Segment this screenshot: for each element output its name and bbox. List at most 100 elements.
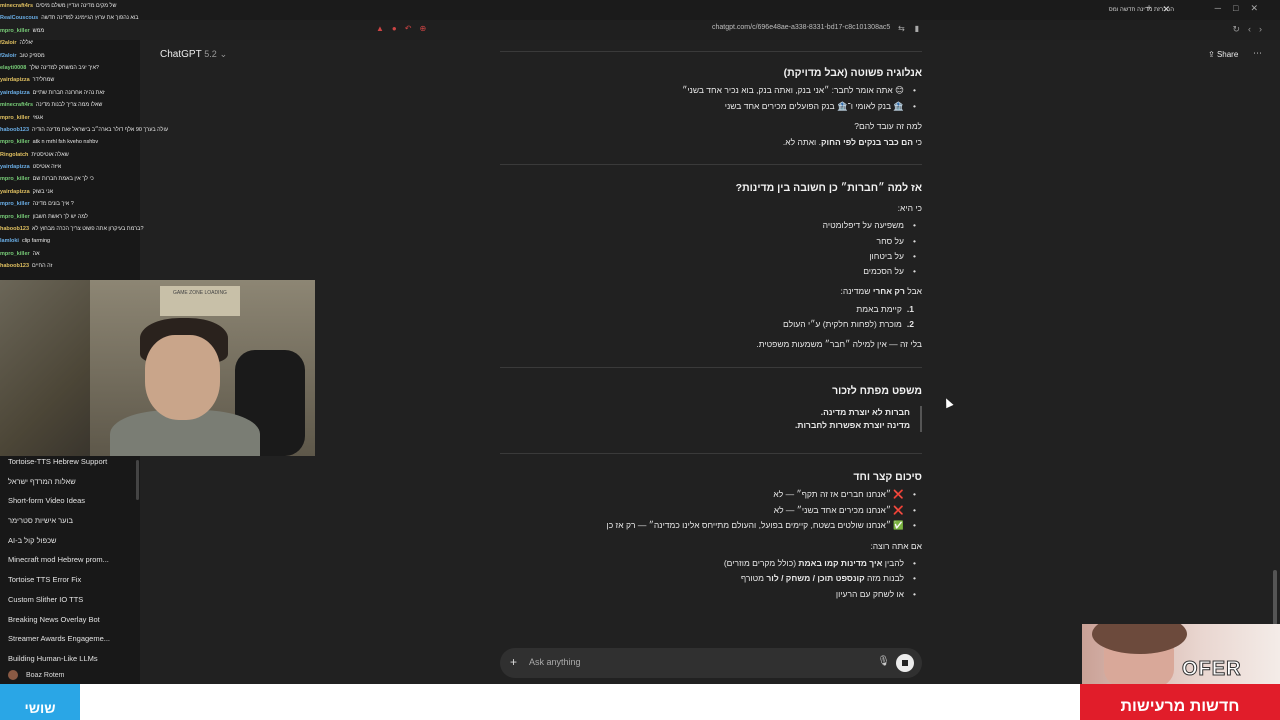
chat-history-item[interactable]: Tortoise-TTS Hebrew Support [0, 455, 140, 475]
url-text[interactable]: chatgpt.com/c/696e48ae-a338-8331-bd17-c8… [712, 24, 890, 31]
text-span: . ואתה לא. [782, 137, 821, 147]
list-item: להבין איך מדינות קמו באמת (כולל מקרים מו… [724, 558, 916, 568]
main-scrollbar[interactable] [1273, 570, 1277, 625]
stream-chat-text: זאת נהיה אחרונה חברות שתיים [32, 89, 105, 96]
paragraph: אם אתה רוצה: [870, 541, 922, 551]
chat-history-item[interactable]: שאלות המרדף ישראל [0, 475, 140, 495]
share-button[interactable]: ⇪ Share [1208, 50, 1238, 59]
stream-chat-username: RealCouscous [0, 15, 39, 22]
extension-icons[interactable]: ▲●↶⊕ [376, 24, 434, 33]
stream-chat-text: איך יגיב המשחק למדינה שלך? [29, 64, 99, 71]
divider [500, 367, 922, 368]
stream-chat-text: אה [32, 250, 40, 257]
stream-chat-message: haboob123 ברמת בעיקרון אתה פשוט צריך הכרה… [0, 223, 230, 235]
stop-generating-button[interactable] [896, 654, 914, 672]
model-selector[interactable]: ChatGPT 5.2 ⌄ [160, 49, 227, 60]
stream-chat-username: mpro_killer [0, 213, 30, 220]
stream-chat-message: haboob123 זה החיים [0, 260, 230, 272]
stream-chat-message: yairdapizza זאת נהיה אחרונה חברות שתיים [0, 87, 230, 99]
stream-chat-text: ברמת בעיקרון אתה פשוט צריך הכרה מבחוץ לא… [32, 226, 144, 233]
item-text: קיימת באמת [856, 304, 902, 314]
brand-overlay: OFER [1082, 624, 1280, 684]
stream-chat-text: מספיק טוב [19, 52, 45, 59]
list-item: ❌ ״אנחנו מכירים אחד בשני״ — לא [773, 505, 917, 516]
message-composer[interactable]: + Ask anything 🎙 [500, 648, 922, 678]
browser-tab[interactable]: ההכרזת מדינה חדשה ומס [1010, 2, 1180, 18]
quote-line: חברות לא יוצרת מדינה. [820, 407, 910, 417]
attach-plus-icon[interactable]: + [510, 655, 517, 669]
stream-chat-text: זה החיים [32, 263, 53, 270]
quote-line: מדינה יוצרת אפשרות לחברות. [795, 420, 910, 430]
paragraph: כי היא: [897, 203, 922, 213]
chat-history-item[interactable]: Breaking News Overlay Bot [0, 613, 140, 633]
text-span: או לשחק עם הרעיון [835, 589, 904, 599]
stream-chat-username: elayti0008 [0, 64, 27, 71]
check-icon: ✅ [893, 520, 904, 530]
item-number: 2. [906, 319, 914, 329]
text-span: כי [912, 137, 922, 147]
text-span: שמדינה: [840, 286, 873, 296]
stream-chat-text: איך בונים מדינה ? [32, 201, 74, 208]
bold-span: הם כבר בנקים לפי החוק [820, 137, 913, 147]
stream-chat-message: yairdapizza אני בשוק [0, 186, 230, 198]
section-heading: אנלוגיה פשוטה (אבל מדויקת) [783, 67, 922, 79]
chat-history-item[interactable]: AI-שכפול קול ב [0, 534, 140, 554]
stream-chat-message: mpro_killer אגוזי [0, 112, 230, 124]
numbered-item: 2. מוכרת (לפחות חלקית) ע״י העולם [783, 319, 914, 329]
stream-chat-username: mpro_killer [0, 176, 30, 183]
brand-logo: OFER [1182, 658, 1242, 681]
share-icon: ⇪ [1208, 50, 1215, 59]
composer-input[interactable]: Ask anything [529, 657, 581, 667]
cross-icon: ❌ [893, 505, 904, 515]
stream-chat-username: f2aloir [0, 40, 17, 47]
divider [500, 164, 922, 165]
user-profile[interactable]: Boaz Rotem [8, 670, 65, 680]
more-options-icon[interactable]: ⋯ [1253, 48, 1262, 59]
stream-chat-username: yairdapizza [0, 164, 30, 171]
stream-chat-username: haboob123 [0, 263, 30, 270]
share-label: Share [1216, 50, 1239, 59]
stream-chat-text: שאלה אוטיסטית [31, 151, 69, 158]
item-text: ״אנחנו חברים אז זה תקף״ — לא [773, 489, 892, 499]
chat-history-item[interactable]: Tortoise TTS Error Fix [0, 573, 140, 593]
stream-chat-username: haboob123 [0, 226, 30, 233]
text-span: לבנות מזה [864, 573, 904, 583]
stream-chat-username: haboob123 [0, 126, 30, 133]
stream-chat-message: yairdapizza שמחלידר [0, 74, 230, 86]
stream-chat-message: RealCouscous בוא נהפוך את ערוץ הגיימינג ל… [0, 12, 230, 24]
chat-history-item[interactable]: Streamer Awards Engageme... [0, 632, 140, 652]
stream-chat-username: mpro_killer [0, 139, 30, 146]
stream-chat-username: minecraft4rs [0, 102, 34, 109]
stream-chat-message: mpro_killer atk n mrhl fsh kveho nshbv [0, 136, 230, 148]
chevron-down-icon: ⌄ [219, 49, 228, 59]
stream-chat-text: אגוזי [32, 114, 44, 121]
chat-history-item[interactable]: Building Human-Like LLMs [0, 652, 140, 672]
chat-history-item[interactable]: Custom Slither IO TTS [0, 593, 140, 613]
stream-chat-username: mpro_killer [0, 250, 30, 257]
user-name: Boaz Rotem [26, 671, 65, 679]
stream-chat-text: כי לך אין באמת חברות שם [32, 176, 94, 183]
list-item: משפיעה על דיפלומטיה [823, 220, 917, 230]
stream-chat-overlay: minecraft4rs של מקים מדינה ועדיין משלם מי… [0, 0, 230, 280]
paragraph: בלי זה — אין למילה ״חבר״ משמעות משפטית. [756, 339, 922, 349]
chat-history-item[interactable]: Short-form Video Ideas [0, 494, 140, 514]
chat-history-item[interactable]: בוער אישיות סטרימר [0, 514, 140, 534]
bookmark-icon[interactable]: ⇆▮ [898, 24, 929, 33]
chat-history-list: Tortoise-TTS Hebrew Support שאלות המרדף … [0, 455, 140, 672]
bold-span: קונספט תוכן / משחק / לור [766, 573, 865, 583]
stream-chat-username: minecraft4rs [0, 3, 34, 9]
microphone-icon[interactable]: 🎙 [877, 656, 890, 667]
webcam-poster: GAME ZONE LOADING [160, 286, 240, 316]
item-text: ״אנחנו מכירים אחד בשני״ — לא [773, 505, 892, 515]
reload-icon[interactable]: ↻‹› [1232, 24, 1270, 35]
stream-chat-text: שמחלידר [32, 77, 55, 84]
list-item: לבנות מזה קונספט תוכן / משחק / לור מטורף [741, 573, 916, 583]
chat-history-item[interactable]: Minecraft mod Hebrew prom... [0, 553, 140, 573]
window-controls[interactable]: ─□✕ [1215, 3, 1270, 14]
stream-chat-text: atk n mrhl fsh kveho nshbv [32, 139, 99, 146]
divider [500, 51, 922, 52]
text-span: אבל [904, 286, 922, 296]
stream-chat-text: בוא נהפוך את ערוץ הגיימינג למדינה חדשה [41, 15, 139, 22]
cross-icon: ❌ [893, 489, 904, 499]
stream-chat-username: mpro_killer [0, 114, 30, 121]
